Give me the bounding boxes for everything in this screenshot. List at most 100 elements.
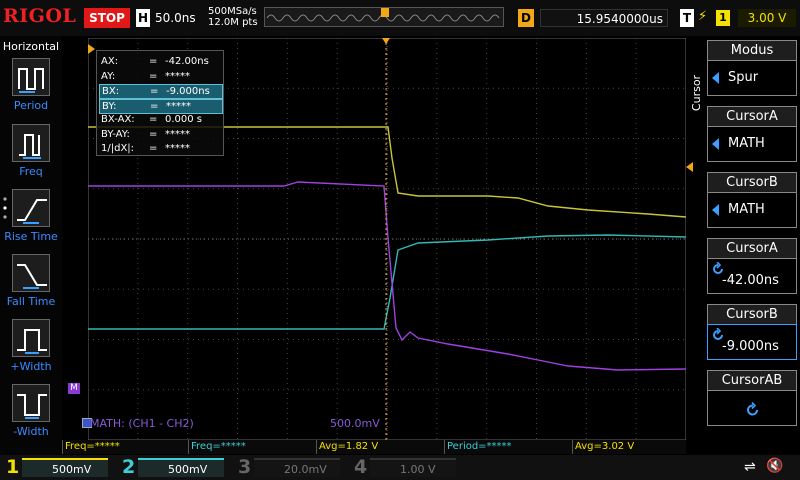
mode-value: Spur <box>728 70 759 85</box>
math-offset-marker[interactable]: M <box>68 383 80 394</box>
math-scale-label: 500.0mV <box>330 417 380 430</box>
readout-name: AY: <box>101 70 116 82</box>
measurement-item[interactable]: Avg=3.02 V <box>572 440 700 454</box>
readout-name: AX: <box>101 56 119 67</box>
fall-time-icon[interactable] <box>12 254 50 292</box>
trigger-position-marker <box>381 8 389 17</box>
speaker-mute-icon[interactable]: 🔇 <box>766 458 783 474</box>
rotate-knob-icon <box>747 402 758 416</box>
mode-title: Modus <box>707 40 797 60</box>
readout-value: -9.000ns <box>166 86 210 97</box>
readout-name: BX-AX: <box>101 114 135 125</box>
cursor-menu-tab: Cursor <box>688 38 704 148</box>
left-arrow-icon <box>712 72 719 84</box>
rigol-logo: RIGOL <box>3 5 77 27</box>
cursor-a-position-title: CursorA <box>707 238 797 258</box>
cursor-ab-title: CursorAB <box>707 370 797 390</box>
cursor-readout-row: BX: = -9.000ns <box>99 84 223 99</box>
usb-icon: ⇌ <box>744 459 756 475</box>
left-arrow-icon <box>712 138 719 150</box>
pos-width-icon[interactable] <box>12 319 50 357</box>
readout-eq: = <box>150 100 159 112</box>
delay-label: D <box>518 9 534 27</box>
cursor-a-source-value: MATH <box>728 136 765 151</box>
trigger-label: T <box>680 9 694 27</box>
cursor-a-position-value: -42.00ns <box>722 273 779 288</box>
cursor-b-source-value: MATH <box>728 202 765 217</box>
readout-name: 1/|dX|: <box>101 143 135 154</box>
cursor-readout-row: AX: = -42.00ns <box>99 55 221 68</box>
period-icon[interactable] <box>12 58 50 96</box>
readout-value: -42.00ns <box>165 56 209 67</box>
panel-title: Horizontal <box>2 40 60 53</box>
overview-wave-icon <box>266 8 500 22</box>
readout-value: ***** <box>165 128 190 140</box>
readout-eq: = <box>149 143 158 154</box>
readout-value: ***** <box>165 143 190 154</box>
neg-width-icon[interactable] <box>12 384 50 422</box>
left-arrow-icon <box>712 204 719 216</box>
measurement-bar: Freq=***** Freq=***** Avg=1.82 V Period=***… <box>62 440 686 454</box>
neg-width-label: -Width <box>13 425 49 438</box>
math-function-label: MATH: (CH1 - CH2) <box>90 417 194 430</box>
channel-2-number[interactable]: 2 <box>122 455 135 480</box>
measurement-item[interactable]: Freq=***** <box>62 440 190 454</box>
measurement-item[interactable]: Period=***** <box>444 440 572 454</box>
readout-value: 0.000 s <box>165 114 203 125</box>
fall-time-label: Fall Time <box>6 295 56 308</box>
freq-icon[interactable] <box>12 124 50 162</box>
cursor-b-position-title: CursorB <box>707 304 797 324</box>
rise-time-icon[interactable] <box>12 189 50 227</box>
readout-name: BX: <box>102 86 120 97</box>
readout-eq: = <box>149 128 158 140</box>
rise-time-label: Rise Time <box>4 230 58 243</box>
page-dots <box>2 196 8 220</box>
measurement-item[interactable]: Freq=***** <box>188 440 316 454</box>
waveform-overview <box>264 7 504 27</box>
delay-value[interactable]: 15.9540000us <box>540 9 668 27</box>
channel-1-number[interactable]: 1 <box>6 455 19 480</box>
channel-4-number[interactable]: 4 <box>354 455 367 480</box>
readout-eq: = <box>149 114 158 125</box>
sample-rate: 500MSa/s <box>208 6 257 17</box>
mode-selector[interactable]: Spur <box>707 60 797 96</box>
ch-offset-marker[interactable] <box>88 44 95 54</box>
horizontal-label: H <box>136 9 150 27</box>
channel-2-scale[interactable]: 500mV <box>138 458 224 477</box>
channel-3-scale[interactable]: 20.0mV <box>254 458 340 477</box>
pos-width-label: +Width <box>10 360 52 373</box>
cursor-a-position-control[interactable]: -42.00ns <box>707 258 797 294</box>
trigger-level-marker[interactable] <box>686 162 693 172</box>
channel-3-number[interactable]: 3 <box>238 455 251 480</box>
cursor-readout-row: AY: = ***** <box>99 70 221 83</box>
freq-label: Freq <box>19 165 43 178</box>
cursor-b-source-selector[interactable]: MATH <box>707 192 797 228</box>
cursor-tab-label: Cursor <box>690 74 703 111</box>
readout-value: ***** <box>166 100 191 112</box>
readout-eq: = <box>150 86 159 97</box>
timebase-value[interactable]: 50.0ns <box>155 9 207 27</box>
channel-4-scale[interactable]: 1.00 V <box>370 458 456 477</box>
cursor-b-position-value: -9.000ns <box>722 339 779 354</box>
cursor-readout-row: 1/|dX|: = ***** <box>99 142 221 155</box>
channel-1-scale[interactable]: 500mV <box>22 458 108 477</box>
readout-value: ***** <box>165 70 190 82</box>
cursor-b-source-title: CursorB <box>707 172 797 192</box>
trigger-source: 1 <box>716 10 730 26</box>
memory-depth: 12.0M pts <box>208 17 258 28</box>
readout-eq: = <box>149 56 158 67</box>
run-stop-indicator[interactable]: STOP <box>84 8 130 28</box>
period-label: Period <box>13 99 49 112</box>
measurement-item[interactable]: Avg=1.82 V <box>316 440 444 454</box>
readout-name: BY-AY: <box>101 128 130 140</box>
readout-name: BY: <box>102 100 117 112</box>
channel-bar: 1 500mV 2 500mV 3 20.0mV 4 1.00 V <box>0 455 800 480</box>
cursor-ab-control[interactable] <box>707 390 797 426</box>
cursor-a-source-selector[interactable]: MATH <box>707 126 797 162</box>
cursor-readout-row: BY: = ***** <box>99 98 223 114</box>
cursor-b-position-control[interactable]: -9.000ns <box>707 324 797 360</box>
trigger-level[interactable]: 3.00 V <box>738 9 796 27</box>
trigger-edge-icon: ⚡ <box>698 9 708 24</box>
cursor-readout-row: BX-AX: = 0.000 s <box>99 113 221 126</box>
cursor-a-source-title: CursorA <box>707 106 797 126</box>
